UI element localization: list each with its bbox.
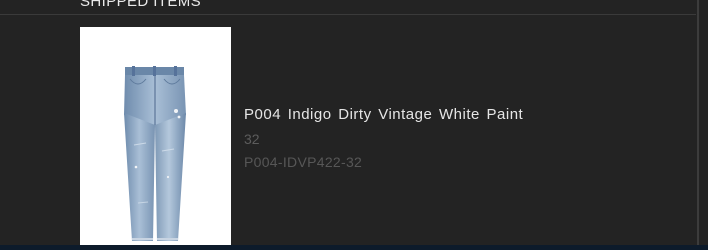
bottom-bar [0, 245, 708, 250]
jeans-icon [124, 66, 186, 241]
product-image[interactable] [80, 27, 231, 250]
product-sku: P004-IDVP422-32 [244, 154, 363, 170]
product-details: P004 Indigo Dirty Vintage White Paint 32… [244, 104, 674, 171]
section-heading: SHIPPED ITEMS [80, 0, 202, 10]
product-size: 32 [244, 131, 260, 147]
product-name[interactable]: P004 Indigo Dirty Vintage White Paint [244, 104, 674, 125]
section-divider [0, 14, 696, 15]
shipped-items-screen: SHIPPED ITEMS P004 Indigo Dirty Vintage … [0, 0, 708, 250]
panel-edge [697, 0, 699, 250]
